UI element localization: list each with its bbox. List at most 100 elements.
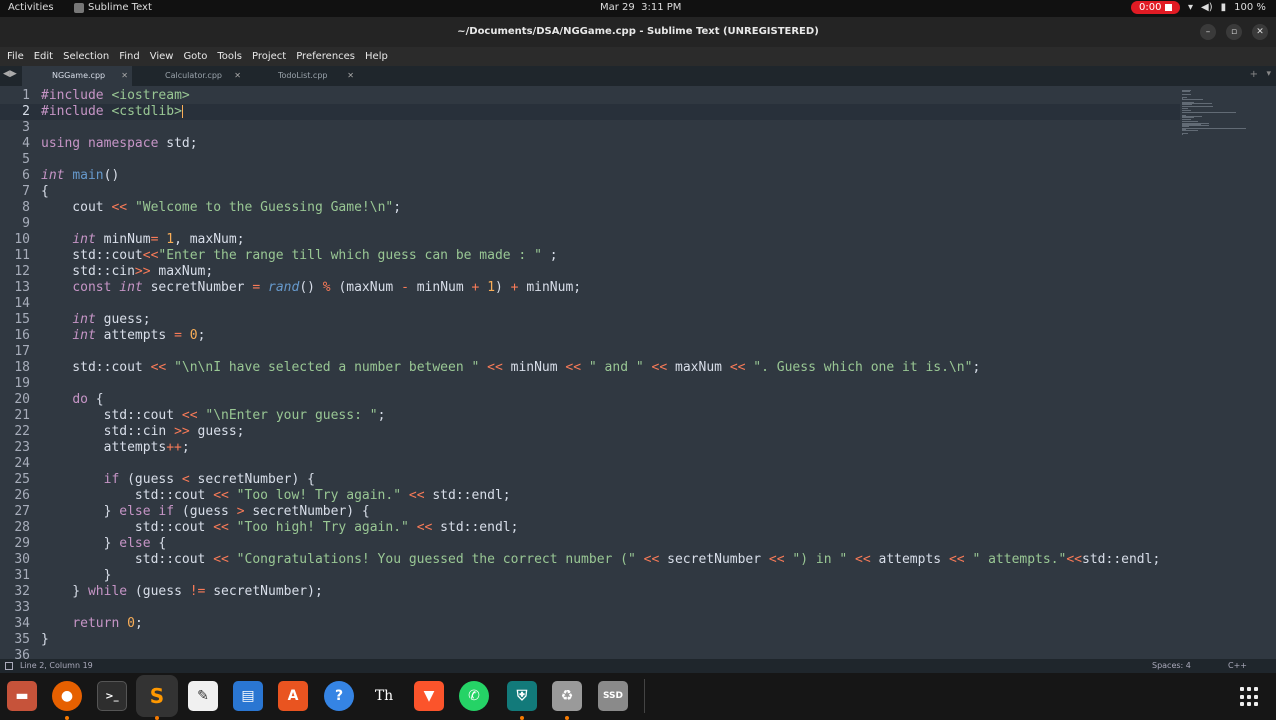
code-line[interactable]: if (guess < secretNumber) { (41, 472, 1181, 488)
code-token: - (401, 280, 409, 295)
menu-goto[interactable]: Goto (178, 47, 212, 66)
help-icon[interactable]: ? (324, 681, 354, 711)
menu-view[interactable]: View (145, 47, 179, 66)
code-line[interactable]: std::cout << "Congratulations! You guess… (41, 552, 1181, 568)
brave-icon[interactable]: ▼ (414, 681, 444, 711)
minimap[interactable] (1180, 86, 1276, 659)
code-line[interactable]: cout << "Welcome to the Guessing Game!\n… (41, 200, 1181, 216)
code-token: ; (972, 360, 981, 375)
show-apps-icon[interactable] (1240, 687, 1260, 707)
code-line[interactable] (41, 600, 1181, 616)
code-editor[interactable]: 1 2 3 4 5 6 7 8 9 10 11 12 13 14 15 16 17 18 19 20 21 22 23 24 2… (0, 86, 1276, 659)
code-line[interactable]: #include <iostream> (41, 88, 1181, 104)
code-line[interactable] (41, 648, 1181, 659)
app-center-icon[interactable]: A (278, 681, 308, 711)
code-token: secretNumber) { (244, 504, 370, 519)
code-token: int (41, 168, 65, 183)
clock[interactable]: Mar 29 3:11 PM (600, 2, 681, 13)
code-line[interactable]: int guess; (41, 312, 1181, 328)
whatsapp-icon[interactable]: ✆ (459, 681, 489, 711)
code-line[interactable]: } else { (41, 536, 1181, 552)
syntax-selector[interactable]: C++ (1228, 659, 1247, 673)
menu-edit[interactable]: Edit (29, 47, 58, 66)
screen-recording-indicator[interactable]: 0:00 (1131, 1, 1181, 14)
window-title-bar[interactable]: ~/Documents/DSA/NGGame.cpp - Sublime Tex… (0, 17, 1276, 47)
system-tray[interactable]: ▾ ◀) ▮ 100 % (1188, 2, 1266, 13)
code-line[interactable]: int minNum= 1, maxNum; (41, 232, 1181, 248)
code-line[interactable]: int attempts = 0; (41, 328, 1181, 344)
menu-help[interactable]: Help (360, 47, 393, 66)
drive-icon[interactable]: SSD (598, 681, 628, 711)
menu-tools[interactable]: Tools (212, 47, 247, 66)
new-tab-icon[interactable]: + (1250, 69, 1258, 80)
battery-level: 100 % (1234, 2, 1266, 13)
vpn-icon[interactable]: ⛨ (507, 681, 537, 711)
code-line[interactable]: } (41, 632, 1181, 648)
line-number: 15 (14, 312, 30, 327)
code-line[interactable] (41, 456, 1181, 472)
sublime-text-icon[interactable]: S (136, 675, 178, 717)
app-menu[interactable]: Sublime Text (74, 2, 152, 13)
code-line[interactable]: std::cin>> maxNum; (41, 264, 1181, 280)
code-line[interactable]: do { (41, 392, 1181, 408)
code-line[interactable]: #include <cstdlib> (41, 104, 1181, 120)
code-token: std::cout (41, 248, 143, 263)
code-token: std::cout (41, 552, 214, 567)
trash-icon[interactable]: ♻ (552, 681, 582, 711)
code-line[interactable] (41, 344, 1181, 360)
code-line[interactable]: const int secretNumber = rand() % (maxNu… (41, 280, 1181, 296)
close-tab-icon[interactable]: ✕ (347, 66, 354, 86)
terminal-icon[interactable]: >_ (97, 681, 127, 711)
code-line[interactable]: return 0; (41, 616, 1181, 632)
tab-todolist[interactable]: TodoList.cpp ✕ (248, 66, 358, 86)
menu-file[interactable]: File (2, 47, 29, 66)
tab-nggame[interactable]: NGGame.cpp ✕ (22, 66, 132, 86)
text-editor-icon[interactable]: ✎ (188, 681, 218, 711)
code-line[interactable]: using namespace std; (41, 136, 1181, 152)
code-line[interactable]: std::cout << "Too high! Try again." << s… (41, 520, 1181, 536)
code-line[interactable]: int main() (41, 168, 1181, 184)
libreoffice-writer-icon[interactable]: ▤ (233, 681, 263, 711)
code-line[interactable]: } (41, 568, 1181, 584)
menu-project[interactable]: Project (247, 47, 291, 66)
panel-toggle-icon[interactable] (5, 662, 13, 670)
line-number: 7 (22, 184, 30, 199)
code-line[interactable]: } else if (guess > secretNumber) { (41, 504, 1181, 520)
indentation-setting[interactable]: Spaces: 4 (1152, 659, 1191, 673)
code-line[interactable]: attempts++; (41, 440, 1181, 456)
code-line[interactable]: std::cout<<"Enter the range till which g… (41, 248, 1181, 264)
maximize-button[interactable]: ▫ (1226, 24, 1242, 40)
code-line[interactable]: std::cin >> guess; (41, 424, 1181, 440)
code-line[interactable]: } while (guess != secretNumber); (41, 584, 1181, 600)
close-tab-icon[interactable]: ✕ (121, 66, 128, 86)
code-line[interactable]: { (41, 184, 1181, 200)
firefox-icon[interactable]: ● (52, 681, 82, 711)
code-line[interactable] (41, 120, 1181, 136)
minimize-button[interactable]: – (1200, 24, 1216, 40)
tab-calculator[interactable]: Calculator.cpp ✕ (135, 66, 245, 86)
code-token: 0 (189, 328, 198, 343)
code-line[interactable] (41, 152, 1181, 168)
files-icon[interactable]: ▬ (7, 681, 37, 711)
tab-list-icon[interactable]: ▾ (1266, 69, 1271, 79)
menu-selection[interactable]: Selection (58, 47, 114, 66)
typora-icon[interactable]: Th (369, 681, 399, 711)
close-button[interactable]: ✕ (1252, 24, 1268, 40)
code-area[interactable]: #include <iostream> #include <cstdlib> usi… (41, 88, 1181, 659)
code-line[interactable] (41, 376, 1181, 392)
menu-find[interactable]: Find (114, 47, 145, 66)
close-tab-icon[interactable]: ✕ (234, 66, 241, 86)
activities-button[interactable]: Activities (8, 2, 54, 13)
menu-preferences[interactable]: Preferences (291, 47, 360, 66)
code-line[interactable]: std::cout << "\n\nI have selected a numb… (41, 360, 1181, 376)
minimap-line (1182, 105, 1214, 107)
code-line[interactable] (41, 296, 1181, 312)
code-line[interactable]: std::cout << "Too low! Try again." << st… (41, 488, 1181, 504)
running-indicator (155, 716, 159, 720)
code-token: << (729, 360, 746, 375)
code-token: " attempts." (972, 552, 1067, 567)
tab-nav-arrows[interactable]: ◀▶ (3, 69, 17, 79)
code-line[interactable] (41, 216, 1181, 232)
code-line[interactable]: std::cout << "\nEnter your guess: "; (41, 408, 1181, 424)
